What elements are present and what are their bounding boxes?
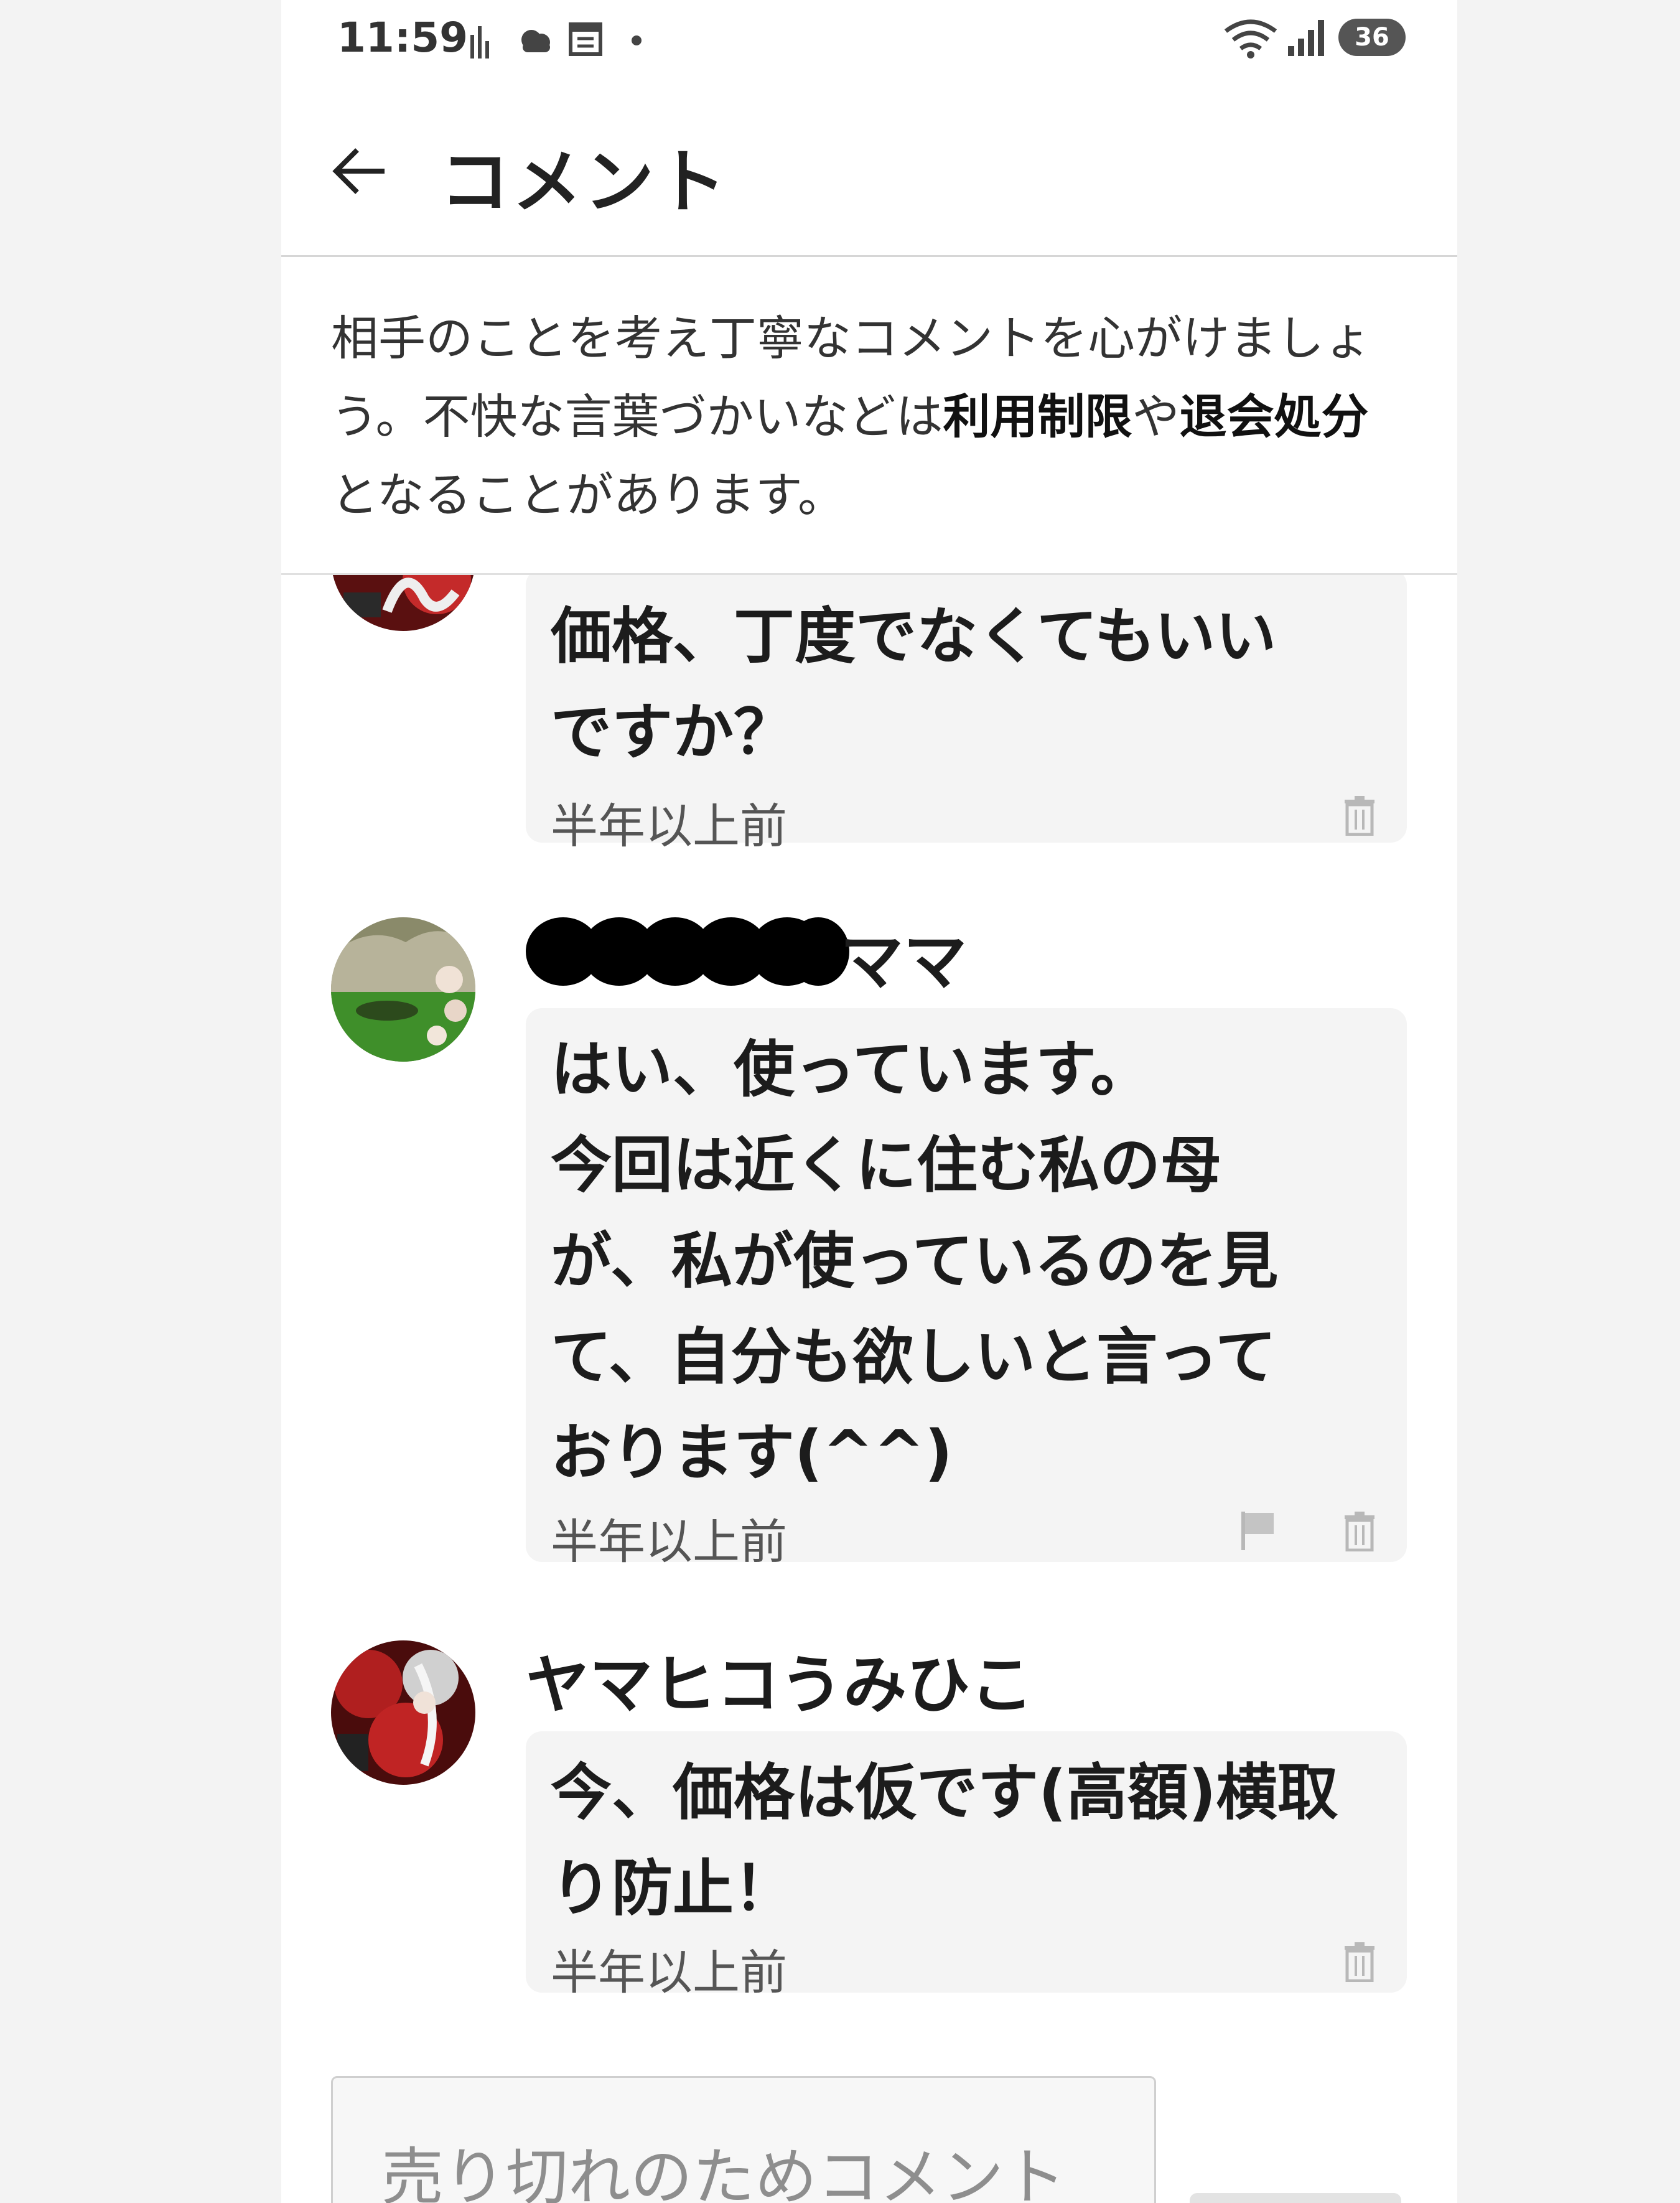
redacted-username [526,917,849,986]
avatar[interactable] [331,1640,475,1785]
comment-time: 半年以上前 [551,1514,787,1569]
send-button[interactable] [1190,2193,1401,2203]
dot-icon [632,35,642,45]
comment-author-name[interactable]: ママ [840,911,967,1003]
signal-bars-icon [470,26,489,58]
phone-screen: 11:59 36 コメント 相手のことを考え丁寧なコメントを心がけましょう。不快… [281,0,1457,2203]
comment-bubble: 価格、丁度でなくてもいい ですか？ 半年以上前 [526,575,1407,854]
page-title: コメント [440,142,729,223]
comment-bubble: はい、使っています。 今回は近くに住む私の母 が、私が使っているのを見 て、自分… [526,1008,1407,1569]
trash-icon [1345,796,1374,836]
back-button[interactable] [326,137,394,205]
cell-signal-icon [1288,20,1324,56]
notice-text-part: や [1132,389,1180,444]
arrow-left-icon [332,148,385,194]
trash-icon [1345,1512,1374,1551]
comment-time: 半年以上前 [551,798,787,854]
avatar-image [331,575,475,631]
wifi-icon [1224,19,1277,58]
comment-text: はい、使っています。 今回は近くに住む私の母 が、私が使っているのを見 て、自分… [551,1034,1279,1489]
status-time: 11:59 [337,14,469,62]
trash-icon [1345,1942,1374,1982]
comment-text: 今、価格は仮です(高額)横取 り防止！ [551,1757,1338,1924]
notice-bold-restriction: 利用制限 [943,389,1132,444]
comment-guideline-notice: 相手のことを考え丁寧なコメントを心がけましょう。不快な言葉づかいなどは利用制限や… [281,257,1457,575]
news-icon [569,22,602,56]
notice-text: 相手のことを考え丁寧なコメントを心がけましょう。不快な言葉づかいなどは利用制限や… [331,299,1401,535]
delete-comment-button[interactable] [1335,790,1384,840]
flag-icon [1241,1512,1274,1550]
app-header: コメント [281,81,1457,257]
notice-bold-withdrawal: 退会処分 [1179,389,1369,444]
weather-icon [521,30,550,52]
comment-author-name[interactable]: ヤマヒコうみひこ [526,1634,1034,1726]
comment-time: 半年以上前 [551,1945,787,2000]
comment-input-disabled: 売り切れのためコメント [331,2076,1156,2203]
delete-comment-button[interactable] [1335,1937,1384,1986]
comment-list: 価格、丁度でなくてもいい ですか？ 半年以上前 ママ はい、使っています。 今回… [281,575,1457,2203]
comment-bubble: 今、価格は仮です(高額)横取 り防止！ 半年以上前 [526,1731,1407,2000]
delete-comment-button[interactable] [1335,1506,1384,1556]
comment-text: 価格、丁度でなくてもいい ですか？ [551,601,1277,768]
battery-icon: 36 [1338,19,1406,56]
avatar-image [331,917,475,1062]
comment-input-placeholder: 売り切れのためコメント [381,2141,1066,2203]
avatar[interactable] [331,917,475,1062]
avatar[interactable] [331,575,475,631]
battery-level: 36 [1355,23,1389,52]
status-bar: 11:59 36 [281,0,1457,81]
avatar-image [331,1640,475,1785]
notice-text-part: となることがあります。 [331,467,846,523]
report-comment-button[interactable] [1233,1506,1282,1556]
